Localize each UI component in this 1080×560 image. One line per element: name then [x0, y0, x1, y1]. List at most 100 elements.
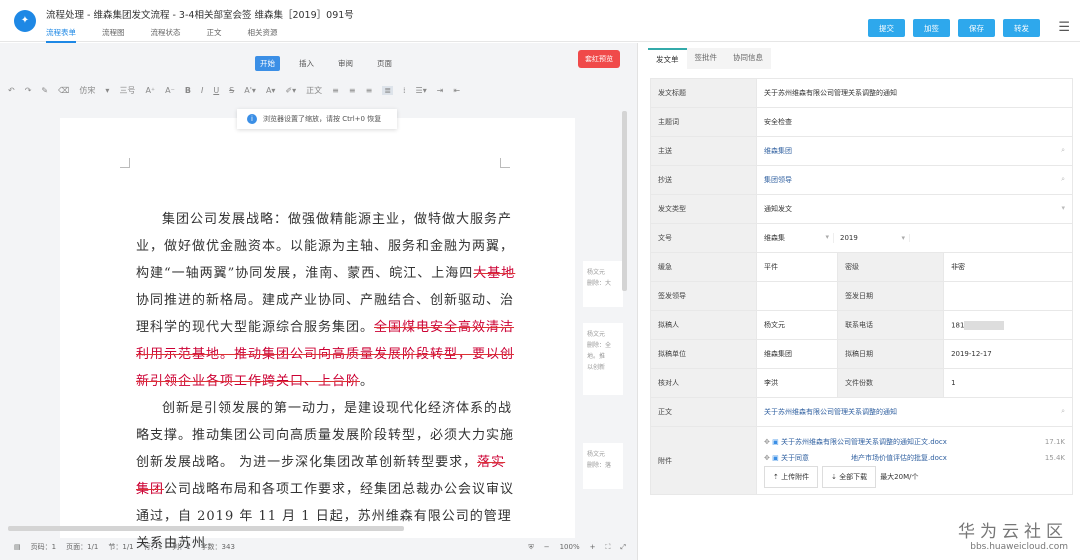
title-field[interactable]: 关于苏州维森有限公司管理关系调整的通知 — [756, 78, 1073, 108]
label: 主题词 — [650, 107, 757, 137]
secret-field[interactable]: 非密 — [943, 252, 1073, 282]
num-prefix-select[interactable]: 维森集 ▾ — [764, 233, 834, 243]
format-painter-icon[interactable]: ✎ — [41, 86, 48, 95]
label: 抄送 — [650, 165, 757, 195]
cc-field[interactable]: 集团领导 ⌕ — [756, 165, 1073, 195]
sign-date-field[interactable] — [943, 281, 1073, 311]
save-button[interactable]: 保存 — [958, 19, 995, 37]
zoom-out-icon[interactable]: − — [544, 543, 550, 551]
add-sign-button[interactable]: 加签 — [913, 19, 950, 37]
tab-dispatch-form[interactable]: 发文单 — [648, 48, 687, 69]
phone-field[interactable]: 181 — [943, 310, 1073, 340]
comment-card[interactable]: 杨文元 删除：大 — [583, 261, 623, 307]
tab-start[interactable]: 开始 — [255, 56, 280, 71]
body-field[interactable]: 关于苏州维森有限公司管理关系调整的通知 ⌕ — [756, 397, 1073, 427]
app-logo-icon: ✦ — [14, 10, 36, 32]
outdent-icon[interactable]: ⇤ — [453, 86, 460, 95]
label: 拟稿人 — [650, 310, 757, 340]
app-header: ✦ 流程处理 - 维森集团发文流程 - 3-4相关部室会签 维森集［2019］0… — [0, 0, 1080, 43]
line-spacing-icon[interactable]: ☰▾ — [416, 86, 427, 95]
attachment-item[interactable]: ✥ ▣ 关于同意 地产市场价值评估的批复.docx 15.4K — [764, 450, 1065, 466]
fit-icon[interactable]: ⛶ — [605, 543, 610, 552]
to-field[interactable]: 维森集团 ⌕ — [756, 136, 1073, 166]
strikethrough-icon[interactable]: S — [229, 86, 234, 95]
justify-icon[interactable]: ≣ — [382, 86, 393, 95]
tab-body[interactable]: 正文 — [207, 27, 222, 43]
label: 文号 — [650, 223, 757, 253]
dispatch-form-table: 发文标题 关于苏州维森有限公司管理关系调整的通知 主题词 安全检查 主送 维森集团 ⌕ … — [650, 78, 1073, 495]
align-center-icon[interactable]: ≡ — [349, 86, 356, 95]
status-words: 字数：343 — [200, 543, 235, 551]
tab-insert[interactable]: 插入 — [294, 56, 319, 71]
label: 密级 — [837, 252, 945, 282]
search-icon[interactable]: ⌕ — [1061, 146, 1065, 155]
label: 拟稿日期 — [837, 339, 945, 369]
document-page[interactable]: 集团公司发展战略：做强做精能源主业，做特做大服务产业，做好做优金融资本。以能源为… — [60, 118, 575, 551]
tab-form[interactable]: 流程表单 — [46, 27, 76, 43]
font-select[interactable]: 仿宋 — [79, 85, 95, 96]
font-color-icon[interactable]: A▾ — [266, 86, 276, 95]
tab-flowchart[interactable]: 流程图 — [102, 27, 125, 43]
urgency-field[interactable]: 平件 — [755, 252, 839, 282]
type-select[interactable]: 通知发文 ▾ — [756, 194, 1073, 224]
underline-icon[interactable]: U — [213, 86, 219, 95]
vertical-scrollbar[interactable] — [622, 111, 627, 291]
eraser-icon[interactable]: ⌫ — [58, 86, 69, 95]
redo-icon[interactable]: ↷ — [25, 86, 32, 95]
indent-icon[interactable]: ⇥ — [437, 86, 444, 95]
status-page: 页码：1 — [30, 543, 57, 551]
comment-card[interactable]: 杨文元 删除：落 — [583, 443, 623, 489]
label: 签发日期 — [837, 281, 945, 311]
submit-button[interactable]: 提交 — [868, 19, 905, 37]
undo-icon[interactable]: ↶ — [8, 86, 15, 95]
zoom-tip: i 浏览器设置了缩放，请按 Ctrl+0 恢复 — [237, 109, 397, 129]
red-preview-button[interactable]: 套红预览 — [578, 50, 620, 68]
text-effect-icon[interactable]: A'▾ — [244, 86, 256, 95]
tab-collab[interactable]: 协同信息 — [725, 48, 771, 69]
attachments: ✥ ▣ 关于苏州维森有限公司管理关系调整的通知正文.docx 17.1K ✥ ▣ … — [756, 426, 1073, 495]
tab-review[interactable]: 审阅 — [333, 56, 358, 71]
keyword-field[interactable]: 安全检查 — [756, 107, 1073, 137]
shrink-font-icon[interactable]: A⁻ — [165, 86, 175, 95]
drafter-field[interactable]: 杨文元 — [755, 310, 839, 340]
document-body[interactable]: 集团公司发展战略：做强做精能源主业，做特做大服务产业，做好做优金融资本。以能源为… — [136, 206, 516, 557]
tab-page[interactable]: 页面 — [372, 56, 397, 71]
bold-icon[interactable]: B — [185, 86, 191, 95]
copies-field[interactable]: 1 — [943, 368, 1073, 398]
label: 发文类型 — [650, 194, 757, 224]
download-all-button[interactable]: ⇣ 全部下载 — [822, 465, 877, 488]
style-select[interactable]: 正文 — [306, 85, 322, 96]
num-year-select[interactable]: 2019 ▾ — [840, 234, 910, 242]
checker-field[interactable]: 李洪 — [755, 368, 839, 398]
forward-button[interactable]: 转发 — [1003, 19, 1040, 37]
protect-icon[interactable]: ⛨ — [528, 543, 533, 552]
tab-approval[interactable]: 签批件 — [686, 48, 725, 69]
upload-button[interactable]: ⇡ 上传附件 — [764, 465, 819, 488]
zoom-in-icon[interactable]: + — [590, 543, 596, 551]
highlight-icon[interactable]: ✐▾ — [285, 86, 296, 95]
menu-icon[interactable]: ☰ — [1058, 20, 1070, 35]
italic-icon[interactable]: I — [201, 86, 203, 95]
tab-resources[interactable]: 相关资源 — [248, 27, 278, 43]
fullscreen-icon[interactable]: ⤢ — [620, 543, 626, 552]
align-left-icon[interactable]: ≡ — [332, 86, 339, 95]
search-icon[interactable]: ⌕ — [1061, 175, 1065, 184]
tab-flow-status[interactable]: 流程状态 — [151, 27, 181, 43]
date-field[interactable]: 2019-12-17 — [943, 339, 1073, 369]
comment-card[interactable]: 杨文元 删除：全 地。推 以创新 — [583, 323, 623, 395]
unit-field[interactable]: 维森集团 — [755, 339, 839, 369]
nav-tabs: 流程表单 流程图 流程状态 正文 相关资源 — [46, 27, 278, 43]
watermark: 华为云社区 bbs.huaweicloud.com — [958, 522, 1068, 552]
search-icon[interactable]: ⌕ — [1061, 407, 1065, 416]
signer-field[interactable] — [755, 281, 839, 311]
size-select[interactable]: 三号 — [119, 85, 135, 96]
status-section: 节：1/1 — [108, 543, 134, 551]
label: 正文 — [650, 397, 757, 427]
distribute-icon[interactable]: ⁞ — [403, 86, 406, 95]
horizontal-scrollbar[interactable] — [8, 526, 404, 531]
align-right-icon[interactable]: ≡ — [366, 86, 373, 95]
chevron-down-icon: ▾ — [1061, 204, 1065, 212]
label: 核对人 — [650, 368, 757, 398]
attachment-item[interactable]: ✥ ▣ 关于苏州维森有限公司管理关系调整的通知正文.docx 17.1K — [764, 434, 1065, 450]
grow-font-icon[interactable]: A⁺ — [145, 86, 155, 95]
